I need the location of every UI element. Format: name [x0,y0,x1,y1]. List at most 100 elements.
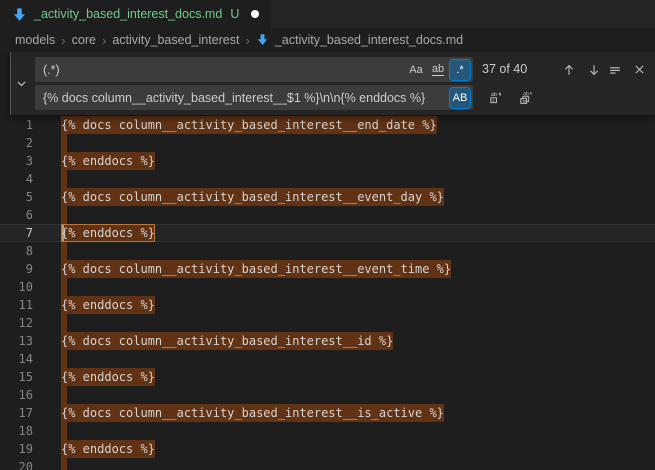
editor-line[interactable]: 2 [0,134,655,152]
editor-line[interactable]: 4 [0,170,655,188]
match-case-button[interactable]: Aa [406,60,426,80]
find-query-text: (.*) [43,63,404,77]
find-match-highlight: {% docs column__activity_based_interest_… [61,404,444,422]
replace-value-text: {% docs column__activity_based_interest_… [43,91,448,105]
find-input[interactable]: (.*) Aa ab .* [35,57,473,82]
match-count: 37 of 40 [482,57,527,82]
line-number: 19 [0,440,33,458]
arrow-up-icon [562,63,576,77]
editor-line[interactable]: 14 [0,350,655,368]
editor-line[interactable]: 6 [0,206,655,224]
find-replace-widget: (.*) Aa ab .* 37 of 40 {% docs column__a… [10,52,655,115]
line-number: 13 [0,332,33,350]
editor-line[interactable]: 19 {% enddocs %} [0,440,655,458]
editor-line[interactable]: 3 {% enddocs %} [0,152,655,170]
editor-line[interactable]: 20 [0,458,655,470]
replace-button[interactable]: ab c [485,87,506,108]
line-text [61,242,67,260]
close-button[interactable] [629,59,650,80]
find-match-highlight [61,170,67,188]
line-text: {% docs column__activity_based_interest_… [61,188,444,206]
line-number: 10 [0,278,33,296]
chevron-down-icon [15,77,28,90]
editor-line[interactable]: 15 {% enddocs %} [0,368,655,386]
find-match-highlight: {% docs column__activity_based_interest_… [61,116,437,134]
next-match-button[interactable] [583,59,604,80]
editor-line[interactable]: 9 {% docs column__activity_based_interes… [0,260,655,278]
code-area[interactable]: 1 {% docs column__activity_based_interes… [0,116,655,470]
find-match-highlight: {% docs column__activity_based_interest_… [61,332,393,350]
editor-line[interactable]: 10 [0,278,655,296]
line-text: {% docs column__activity_based_interest_… [61,260,451,278]
line-number: 12 [0,314,33,332]
arrow-down-icon [587,63,601,77]
line-number: 3 [0,152,33,170]
selection-lines-icon [608,63,622,77]
line-text [61,386,67,404]
find-match-highlight [61,350,67,368]
replace-input[interactable]: {% docs column__activity_based_interest_… [35,85,473,110]
editor-line[interactable]: 12 [0,314,655,332]
editor-line[interactable]: 11 {% enddocs %} [0,296,655,314]
breadcrumb-item[interactable]: core [72,33,96,47]
unsaved-dot-icon[interactable] [251,10,259,18]
line-text [61,422,67,440]
markdown-file-icon [12,6,28,22]
line-number: 9 [0,260,33,278]
editor-line[interactable]: 7 {% enddocs %} [0,224,655,242]
whole-word-button[interactable]: ab [428,60,448,80]
editor-line[interactable]: 18 [0,422,655,440]
line-text [61,206,67,224]
find-match-highlight [61,134,67,152]
breadcrumb-item[interactable]: _activity_based_interest_docs.md [275,33,463,47]
find-match-highlight [61,314,67,332]
breadcrumb-item[interactable]: activity_based_interest [112,33,239,47]
find-match-highlight [61,386,67,404]
find-match-highlight [61,206,67,224]
line-number: 1 [0,116,33,134]
line-number: 14 [0,350,33,368]
tab-bar: _activity_based_interest_docs.md U [0,0,655,28]
line-number: 17 [0,404,33,422]
line-number: 16 [0,386,33,404]
line-number: 15 [0,368,33,386]
preserve-case-button[interactable]: AB [450,88,470,108]
breadcrumb-separator-icon: › [245,33,249,48]
editor-line[interactable]: 13 {% docs column__activity_based_intere… [0,332,655,350]
find-match-highlight: {% docs column__activity_based_interest_… [61,260,451,278]
line-text: {% enddocs %} [61,224,155,242]
find-match-highlight: {% enddocs %} [61,440,155,458]
replace-all-button[interactable]: ab ac [515,87,536,108]
editor-tab[interactable]: _activity_based_interest_docs.md U [0,0,271,28]
line-number: 7 [0,224,33,242]
editor-line[interactable]: 17 {% docs column__activity_based_intere… [0,404,655,422]
line-number: 5 [0,188,33,206]
editor-line[interactable]: 8 [0,242,655,260]
line-number: 8 [0,242,33,260]
find-match-highlight: {% enddocs %} [61,224,155,242]
breadcrumb-separator-icon: › [102,33,106,48]
toggle-replace-button[interactable] [11,52,31,115]
line-text [61,134,67,152]
find-match-highlight: {% enddocs %} [61,368,155,386]
find-match-highlight: {% enddocs %} [61,152,155,170]
svg-text:ac: ac [522,99,528,104]
tab-filename: _activity_based_interest_docs.md [34,7,222,21]
editor: (.*) Aa ab .* 37 of 40 {% docs column__a… [0,52,655,470]
line-text [61,350,67,368]
line-text: {% docs column__activity_based_interest_… [61,332,393,350]
line-number: 2 [0,134,33,152]
regex-button[interactable]: .* [450,60,470,80]
breadcrumb-item[interactable]: models [15,33,55,47]
line-text: {% enddocs %} [61,296,155,314]
line-text: {% enddocs %} [61,368,155,386]
editor-line[interactable]: 16 [0,386,655,404]
editor-line[interactable]: 1 {% docs column__activity_based_interes… [0,116,655,134]
editor-line[interactable]: 5 {% docs column__activity_based_interes… [0,188,655,206]
find-in-selection-button[interactable] [604,59,625,80]
replace-icon: ab c [488,90,503,105]
previous-match-button[interactable] [558,59,579,80]
line-text [61,314,67,332]
git-status-badge: U [230,7,239,21]
find-match-highlight [61,422,67,440]
